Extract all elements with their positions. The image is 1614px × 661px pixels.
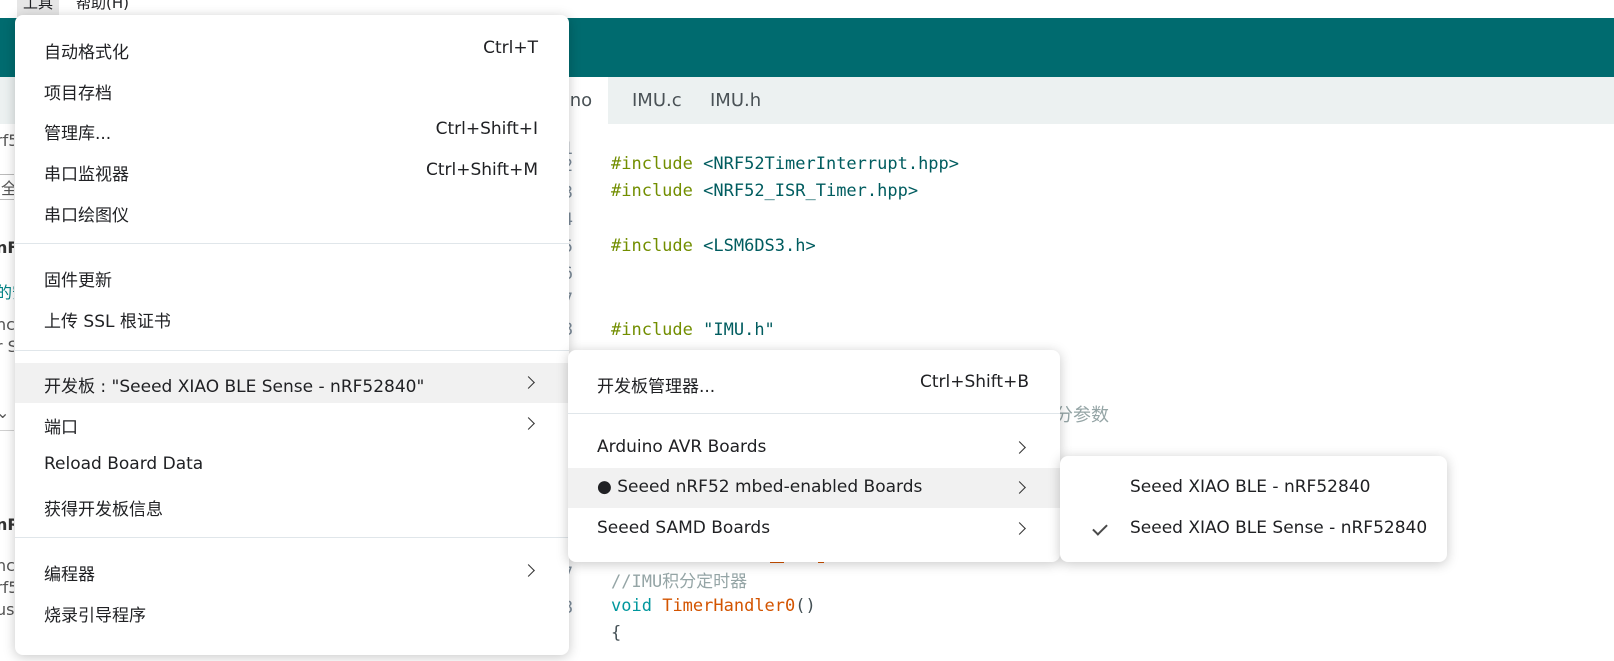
code-line: #include <NRF52TimerInterrupt.hpp> bbox=[611, 154, 959, 174]
menu-item-port[interactable]: 端口 bbox=[15, 404, 569, 444]
menu-item-label: Arduino AVR Boards bbox=[597, 437, 767, 457]
side-text: nc bbox=[0, 315, 14, 334]
checkmark-icon bbox=[1092, 520, 1108, 536]
menu-item-label: 项目存档 bbox=[44, 84, 112, 104]
menu-item-seeed-nrf52-boards[interactable]: ● Seeed nRF52 mbed-enabled Boards bbox=[568, 468, 1060, 508]
menu-item-label: 开发板管理器... bbox=[597, 377, 716, 397]
menu-separator bbox=[15, 350, 569, 351]
code-comment-fragment: 分参数 bbox=[1055, 405, 1109, 426]
menu-separator bbox=[15, 537, 569, 538]
side-title: nF bbox=[0, 238, 14, 257]
menu-item-label: 固件更新 bbox=[44, 271, 112, 291]
side-text: rf5 bbox=[0, 578, 14, 597]
chevron-down-icon[interactable]: ⌄ bbox=[0, 403, 9, 422]
tools-menu: 自动格式化 Ctrl+T 项目存档 管理库... Ctrl+Shift+I 串口… bbox=[15, 15, 569, 655]
menu-item-label: 串口绘图仪 bbox=[44, 206, 129, 226]
board-model-submenu: Seeed XIAO BLE - nRF52840 Seeed XIAO BLE… bbox=[1060, 456, 1447, 562]
menu-item-burn-bootloader[interactable]: 烧录引导程序 bbox=[15, 592, 569, 632]
code-line: //IMU积分定时器 bbox=[611, 567, 747, 592]
code-brace: { bbox=[611, 623, 622, 643]
code-line: { bbox=[611, 623, 621, 643]
divider bbox=[0, 430, 14, 431]
menu-item-boards-manager[interactable]: 开发板管理器... Ctrl+Shift+B bbox=[568, 363, 1060, 403]
menu-item-board-info[interactable]: 获得开发板信息 bbox=[15, 486, 569, 526]
menu-item-label: Reload Board Data bbox=[44, 454, 204, 474]
menu-item-programmer[interactable]: 编程器 bbox=[15, 551, 569, 591]
side-title: nR bbox=[0, 515, 14, 534]
code-parens: () bbox=[795, 596, 816, 616]
code-line: #include "IMU.h" bbox=[611, 320, 775, 340]
menu-item-serial-plotter[interactable]: 串口绘图仪 bbox=[15, 192, 569, 232]
code-comment: //IMU积分定时器 bbox=[611, 572, 748, 592]
menu-item-shortcut: Ctrl+T bbox=[483, 38, 538, 58]
tab-imu-h[interactable]: IMU.h bbox=[694, 77, 777, 124]
menu-item-board[interactable]: 开发板 : "Seeed XIAO BLE Sense - nRF52840" bbox=[15, 363, 569, 403]
include-directive: #include bbox=[611, 181, 693, 201]
menu-item-manage-libraries[interactable]: 管理库... Ctrl+Shift+I bbox=[15, 110, 569, 150]
menu-item-label: Seeed SAMD Boards bbox=[597, 518, 771, 538]
menu-item-label: 编程器 bbox=[44, 565, 95, 585]
menu-item-reload-board-data[interactable]: Reload Board Data bbox=[15, 445, 569, 485]
menu-item-label: 上传 SSL 根证书 bbox=[44, 312, 171, 332]
menu-separator bbox=[568, 413, 1060, 414]
code-line: #include <NRF52_ISR_Timer.hpp> bbox=[611, 181, 918, 201]
menu-item-shortcut: Ctrl+Shift+I bbox=[435, 119, 538, 139]
function-name: TimerHandler0 bbox=[662, 596, 796, 616]
side-text: us bbox=[0, 600, 14, 619]
menu-item-label: ● Seeed nRF52 mbed-enabled Boards bbox=[597, 477, 923, 497]
code-line: void TimerHandler0() bbox=[611, 596, 816, 616]
chevron-right-icon bbox=[522, 564, 535, 577]
side-search[interactable]: 全 bbox=[0, 174, 14, 200]
menu-item-upload-ssl[interactable]: 上传 SSL 根证书 bbox=[15, 298, 569, 338]
menu-item-xiao-ble[interactable]: Seeed XIAO BLE - nRF52840 bbox=[1060, 468, 1447, 508]
side-text: nc bbox=[0, 556, 14, 575]
chevron-right-icon bbox=[522, 376, 535, 389]
menu-item-label: 端口 bbox=[44, 418, 78, 438]
chevron-right-icon bbox=[1013, 441, 1026, 454]
menu-item-archive-sketch[interactable]: 项目存档 bbox=[15, 70, 569, 110]
code-line: #include <LSM6DS3.h> bbox=[611, 236, 816, 256]
menu-item-shortcut: Ctrl+Shift+M bbox=[425, 160, 538, 180]
menu-item-firmware-update[interactable]: 固件更新 bbox=[15, 257, 569, 297]
side-text: r S bbox=[0, 337, 14, 356]
include-directive: #include bbox=[611, 236, 693, 256]
chevron-right-icon bbox=[1013, 522, 1026, 535]
include-directive: #include bbox=[611, 154, 693, 174]
menu-item-xiao-ble-sense[interactable]: Seeed XIAO BLE Sense - nRF52840 bbox=[1060, 509, 1447, 549]
side-link[interactable]: 的安 bbox=[0, 279, 14, 303]
include-path: <NRF52_ISR_Timer.hpp> bbox=[703, 181, 919, 201]
tab-imu-c[interactable]: IMU.c bbox=[616, 77, 698, 124]
chevron-right-icon bbox=[522, 417, 535, 430]
menu-item-arduino-avr-boards[interactable]: Arduino AVR Boards bbox=[568, 428, 1060, 468]
menu-item-label: 自动格式化 bbox=[44, 43, 129, 63]
menu-item-label: 获得开发板信息 bbox=[44, 500, 163, 520]
menu-item-shortcut: Ctrl+Shift+B bbox=[919, 372, 1029, 392]
chevron-right-icon bbox=[1013, 481, 1026, 494]
side-text: rf5 bbox=[0, 131, 14, 150]
type-keyword: void bbox=[611, 596, 652, 616]
include-path: <NRF52TimerInterrupt.hpp> bbox=[703, 154, 960, 174]
include-path: "IMU.h" bbox=[703, 320, 775, 340]
menu-item-label: Seeed XIAO BLE - nRF52840 bbox=[1130, 477, 1371, 497]
board-submenu: 开发板管理器... Ctrl+Shift+B Arduino AVR Board… bbox=[568, 350, 1060, 562]
side-panel: 理器 rf5 全 nF 的安 nc r S ⌄ nR nc rf5 us bbox=[0, 124, 14, 661]
menu-item-label: 开发板 : "Seeed XIAO BLE Sense - nRF52840" bbox=[44, 377, 425, 397]
menu-item-serial-monitor[interactable]: 串口监视器 Ctrl+Shift+M bbox=[15, 151, 569, 191]
menu-item-seeed-samd-boards[interactable]: Seeed SAMD Boards bbox=[568, 509, 1060, 549]
include-directive: #include bbox=[611, 320, 693, 340]
menu-item-label: 管理库... bbox=[44, 124, 112, 144]
menu-separator bbox=[15, 243, 569, 244]
menu-item-label: Seeed XIAO BLE Sense - nRF52840 bbox=[1130, 518, 1428, 538]
menu-item-label: 串口监视器 bbox=[44, 165, 129, 185]
menu-item-label: 烧录引导程序 bbox=[44, 606, 146, 626]
include-path: <LSM6DS3.h> bbox=[703, 236, 816, 256]
menu-item-auto-format[interactable]: 自动格式化 Ctrl+T bbox=[15, 29, 569, 69]
